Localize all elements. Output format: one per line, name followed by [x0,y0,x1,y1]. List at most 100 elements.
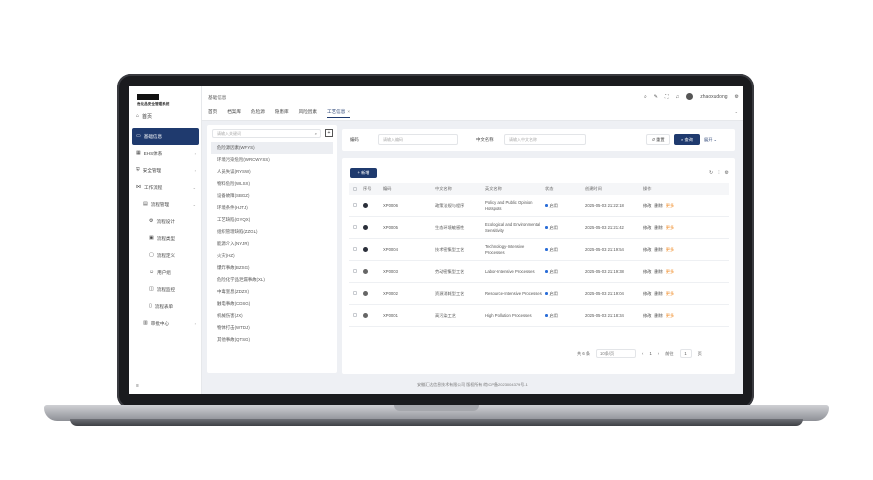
delete-button[interactable]: 删除 [654,269,662,274]
tab-process-info[interactable]: 工艺信息 × [326,109,351,118]
more-button[interactable]: 更多 [666,313,674,318]
tree-item[interactable]: 触电事故(CDSG) [211,298,333,310]
sidebar-item-safety[interactable]: ⛨ 安全管理 › [129,162,202,179]
search-icon[interactable]: ⌕ [644,94,647,100]
goto-page-input[interactable]: 1 [679,349,692,358]
sidebar-item-process-mgmt[interactable]: ▤ 流程管理 ⌄ [129,196,202,213]
table-row[interactable]: XP0002 资源消耗型工艺 Resource-Intensive Processe… [349,283,729,305]
row-name-cn: 技术密集型工艺 [435,246,465,252]
tab-risk-factor[interactable]: 风险因素 [299,109,317,118]
tree-item[interactable]: 环境污染危险(WRCWYSS) [211,154,333,166]
tree-item[interactable]: 组织管理缺陷(ZZGL) [211,226,333,238]
tree-item[interactable]: 人员失误(RYSW) [211,166,333,178]
code-input[interactable]: 请输入编码 [378,134,458,145]
reset-button[interactable]: ↺ 重置 [646,134,670,145]
sidebar-home[interactable]: ⌂ 首页 [136,113,152,121]
name-input[interactable]: 请输入中文名称 [504,134,586,145]
refresh-icon[interactable]: ↻ [709,170,713,176]
delete-button[interactable]: 删除 [654,313,662,318]
tree-item[interactable]: 物料危险(WLSX) [211,178,333,190]
sidebar-item-process-form[interactable]: ▯ 流程表单 [129,298,202,315]
sidebar-item-user-group[interactable]: ☺ 用户组 [129,264,202,281]
tab-hidden-danger[interactable]: 隐患库 [275,109,289,118]
edit-button[interactable]: 修改 [643,225,651,230]
more-button[interactable]: 更多 [666,225,674,230]
tree-item[interactable]: 工艺缺陷(GYQX) [211,214,333,226]
row-checkbox[interactable] [353,247,357,251]
delete-button[interactable]: 删除 [654,291,662,296]
table-row[interactable]: XP0004 技术密集型工艺 Technology-Intensive Proces… [349,239,729,261]
current-page[interactable]: 1 [649,351,651,356]
tree-item[interactable]: 危险源因素(WFYS) [211,142,333,154]
prev-page-button[interactable]: ‹ [642,351,643,356]
tree-item[interactable]: 环境条件(HJTJ) [211,202,333,214]
sidebar-item-process-monitor[interactable]: ◫ 流程监控 [129,281,202,298]
next-page-button[interactable]: › [658,351,659,356]
close-icon[interactable]: × [347,109,350,114]
status-badge: 启用 [549,224,558,230]
tree-search-input[interactable]: 请输入关键词 ⌕ [212,129,321,138]
more-button[interactable]: 更多 [666,203,674,208]
row-checkbox[interactable] [353,313,357,317]
chevron-down-icon[interactable]: ⌄ [735,109,738,114]
top-toolbar: ⌕ ✎ ⛶ ♫ zhaoxudong ⚙ [644,93,739,100]
more-button[interactable]: 更多 [666,269,674,274]
edit-button[interactable]: 修改 [643,291,651,296]
table-row[interactable]: XP0003 劳动密集型工艺 Labor-Intensive Processes 启用… [349,261,729,283]
table-row[interactable]: XP0001 高污染工艺 High Pollution Processes 启用 202… [349,305,729,327]
sidebar-item-basic-info[interactable]: ▭ 基础信息 [132,128,199,145]
sidebar-collapse-icon[interactable]: ≡ [136,383,139,389]
select-all-checkbox[interactable] [353,186,357,191]
sidebar-item-approval[interactable]: ▥ 审批中心 › [129,315,202,332]
fullscreen-icon[interactable]: ⛶ [665,94,669,100]
settings-icon[interactable]: ⚙ [725,170,729,176]
tree-item[interactable]: 机械伤害(JX) [211,310,333,322]
sidebar-item-ehs[interactable]: ▦ EHS体系 › [129,145,202,162]
more-button[interactable]: 更多 [666,247,674,252]
bell-icon[interactable]: ♫ [676,94,680,100]
row-checkbox[interactable] [353,291,357,295]
settings-icon[interactable]: ⚙ [735,94,739,100]
sidebar-item-workflow[interactable]: ⋈ 工作流程 ⌄ [129,179,202,196]
row-checkbox[interactable] [353,203,357,207]
translate-icon[interactable]: ✎ [654,94,658,100]
tree-item[interactable]: 火灾(HZ) [211,250,333,262]
tree-item[interactable]: 能源介入(NYJR) [211,238,333,250]
tree-item[interactable]: 其他事故(QTSG) [211,334,333,346]
avatar[interactable] [686,93,694,100]
status-badge: 启用 [549,268,558,274]
tab-hazard-source[interactable]: 危险源 [251,109,265,118]
status-badge: 启用 [549,246,558,252]
tree-item[interactable]: 设备故障(SBGZ) [211,190,333,202]
search-button[interactable]: ⌕ 查询 [674,134,700,145]
delete-button[interactable]: 删除 [654,203,662,208]
delete-button[interactable]: 删除 [654,225,662,230]
tree-item[interactable]: 爆炸事故(BZSG) [211,262,333,274]
edit-button[interactable]: 修改 [643,247,651,252]
row-checkbox[interactable] [353,225,357,229]
edit-button[interactable]: 修改 [643,313,651,318]
sidebar-item-process-type[interactable]: ▣ 流程类型 [129,230,202,247]
table-row[interactable]: XP0005 生态环境敏感性 Ecological and Environmenta… [349,217,729,239]
edit-button[interactable]: 修改 [643,269,651,274]
expand-button[interactable]: 展开 ⌄ [704,137,717,143]
delete-button[interactable]: 删除 [654,247,662,252]
tree-item[interactable]: 中毒窒息(ZDZX) [211,286,333,298]
breadcrumb: 基础信息 [208,95,227,100]
tree-item[interactable]: 危险化学品泄漏事故(XL) [211,274,333,286]
row-checkbox[interactable] [353,269,357,273]
username[interactable]: zhaoxudong [700,94,727,100]
table-row[interactable]: XP0006 政策法规与程序 Policy and Public Opinion H… [349,195,729,217]
tree-add-button[interactable]: + [325,129,333,137]
page-size-select[interactable]: 10条/页 [596,349,637,358]
edit-button[interactable]: 修改 [643,203,651,208]
tab-home[interactable]: 首页 [208,109,217,118]
add-button[interactable]: + 新增 [350,168,377,178]
sidebar-item-process-define[interactable]: ▢ 流程定义 [129,247,202,264]
tab-archive[interactable]: 档案库 [227,109,241,118]
column-settings-icon[interactable]: ⫶ [718,170,719,176]
sidebar-item-process-design[interactable]: ⚙ 流程设计 [129,213,202,230]
more-button[interactable]: 更多 [666,291,674,296]
tree-item[interactable]: 物体打击(WTDJ) [211,322,333,334]
chevron-right-icon: › [194,151,196,156]
